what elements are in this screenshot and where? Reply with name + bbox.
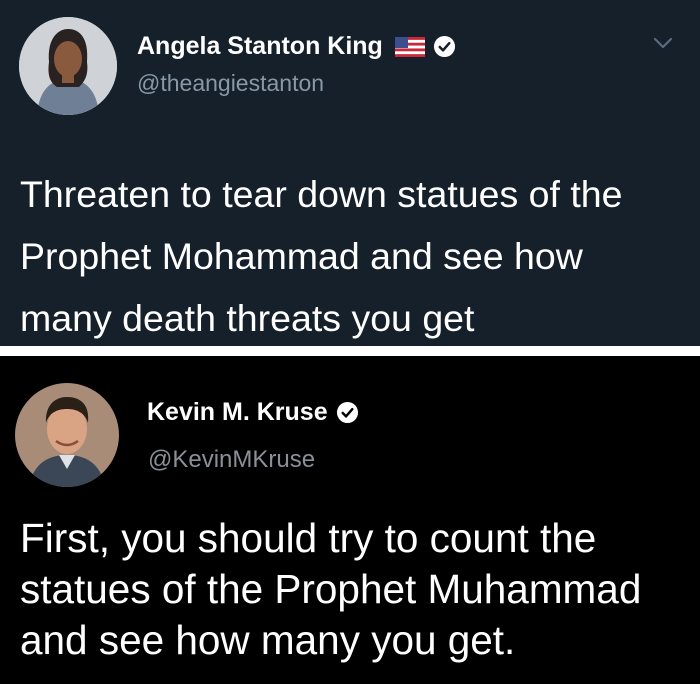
verified-badge-icon xyxy=(433,35,456,58)
author-handle[interactable]: @KevinMKruse xyxy=(148,446,315,474)
tweet-text-line: many death threats you get xyxy=(20,297,475,339)
author-name-row: Kevin M. Kruse xyxy=(147,398,359,427)
verified-badge-icon xyxy=(336,401,359,424)
author-avatar[interactable] xyxy=(15,383,119,487)
author-name-row: Angela Stanton King xyxy=(137,32,456,61)
tweet-card[interactable]: Angela Stanton King @theangiestanton Thr… xyxy=(0,0,700,346)
tweet-text-line: and see how many you get. xyxy=(20,617,516,663)
tweet-text-line: First, you should try to count the xyxy=(20,515,597,561)
profile-photo-icon xyxy=(15,383,119,487)
profile-photo-icon xyxy=(19,17,117,115)
chevron-down-icon[interactable] xyxy=(652,36,674,50)
tweet-text-line: Prophet Mohammad and see how xyxy=(20,235,583,277)
tweet-text-line: Threaten to tear down statues of the xyxy=(20,173,623,215)
tweet-text: Threaten to tear down statues of the Pro… xyxy=(20,163,690,349)
us-flag-icon xyxy=(394,36,425,57)
tweet-text: First, you should try to count the statu… xyxy=(20,513,695,666)
author-handle[interactable]: @theangiestanton xyxy=(137,70,324,97)
tweet-text-line: statues of the Prophet Muhammad xyxy=(20,566,642,612)
author-avatar[interactable] xyxy=(19,17,117,115)
author-name[interactable]: Angela Stanton King xyxy=(137,32,383,61)
author-name[interactable]: Kevin M. Kruse xyxy=(147,398,328,427)
